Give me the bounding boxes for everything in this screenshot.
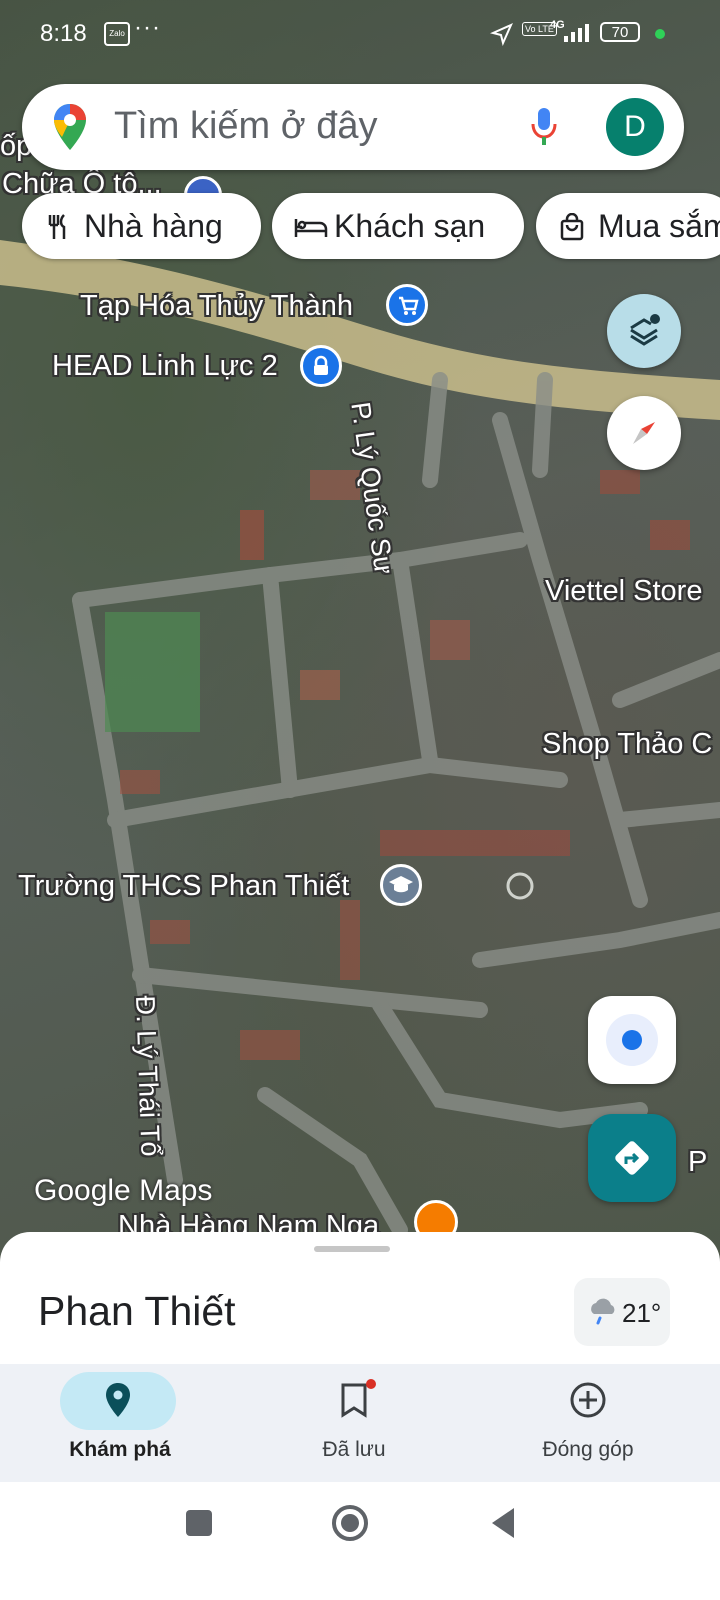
layers-button[interactable] — [607, 294, 681, 368]
add-circle-icon — [570, 1382, 606, 1418]
chip-restaurants[interactable]: Nhà hàng — [22, 193, 261, 259]
category-chips: Nhà hàng Khách sạn Mua sắm — [0, 193, 720, 259]
location-pin-icon — [106, 1383, 130, 1417]
avatar[interactable]: D — [606, 98, 664, 156]
signal-bars-icon — [564, 24, 589, 42]
chip-label: Nhà hàng — [84, 208, 223, 244]
map-label-head-linh-luc[interactable]: HEAD Linh Lực 2 — [52, 350, 278, 383]
home-icon[interactable] — [330, 1503, 370, 1543]
system-navigation-bar — [0, 1482, 720, 1600]
compass-button[interactable] — [607, 396, 681, 470]
tab-contribute-label: Đóng góp — [542, 1438, 634, 1461]
layers-icon — [630, 314, 660, 346]
location-title: Phan Thiết — [38, 1288, 236, 1334]
restaurant-icon — [48, 214, 66, 239]
lock-poi-icon[interactable] — [300, 345, 342, 387]
search-bar[interactable]: Tìm kiếm ở đây D — [22, 84, 684, 170]
map-label-tap-hoa[interactable]: Tạp Hóa Thủy Thành — [80, 290, 353, 323]
map-view[interactable]: ốp Chữa Ô tô... Tạp Hóa Thủy Thành HEAD … — [0, 0, 720, 1270]
map-label-truong-thcs[interactable]: Trường THCS Phan Thiết — [18, 870, 349, 903]
weather-chip[interactable]: 21° — [574, 1278, 670, 1346]
school-poi-icon[interactable] — [380, 864, 422, 906]
tab-explore-label: Khám phá — [69, 1438, 171, 1461]
bottom-sheet[interactable]: Phan Thiết 21° — [0, 1232, 720, 1372]
my-location-icon — [606, 1014, 658, 1066]
more-notifications-icon: ··· — [134, 14, 161, 41]
bottom-navigation: Khám phá Đã lưu Đóng góp — [0, 1364, 720, 1482]
chip-label: Mua sắm — [598, 208, 720, 244]
status-bar: 8:18 Zalo ··· Vo LTE 4G 70 — [0, 0, 720, 68]
network-type: 4G — [550, 19, 565, 31]
bookmark-icon — [341, 1383, 367, 1418]
shopping-bag-icon — [560, 213, 584, 241]
my-location-button[interactable] — [588, 996, 676, 1084]
chip-label: Khách sạn — [334, 208, 486, 244]
battery-icon: 70 — [600, 22, 640, 42]
location-arrow-icon — [490, 23, 513, 46]
directions-button[interactable] — [588, 1114, 676, 1202]
tab-contribute[interactable]: Đóng góp — [468, 1364, 708, 1482]
google-maps-watermark: Google Maps — [34, 1174, 213, 1207]
chip-shopping[interactable]: Mua sắm — [536, 193, 720, 259]
microphone-icon[interactable] — [530, 106, 558, 148]
shopping-cart-poi-icon[interactable] — [386, 284, 428, 326]
notification-dot — [366, 1379, 376, 1389]
tab-saved-label: Đã lưu — [322, 1438, 386, 1461]
chip-hotels[interactable]: Khách sạn — [272, 193, 524, 259]
hotel-icon — [294, 219, 328, 237]
map-label-shop-thao[interactable]: Shop Thảo C — [542, 728, 712, 761]
status-time: 8:18 — [40, 20, 87, 47]
rain-cloud-icon — [591, 1298, 615, 1325]
map-label-partial-p: P — [688, 1146, 708, 1178]
map-label-viettel[interactable]: Viettel Store — [545, 575, 702, 608]
compass-icon — [633, 422, 655, 444]
google-maps-logo-icon — [54, 104, 86, 150]
recent-apps-icon[interactable] — [184, 1508, 214, 1538]
search-input[interactable]: Tìm kiếm ở đây — [114, 105, 378, 148]
privacy-indicator-icon — [655, 29, 665, 39]
tab-explore[interactable]: Khám phá — [0, 1364, 240, 1482]
drag-handle[interactable] — [314, 1246, 390, 1252]
street-label-ly-thai-to: Đ. Lý Thái Tổ — [130, 995, 166, 1158]
tab-saved[interactable]: Đã lưu — [234, 1364, 474, 1482]
back-icon[interactable] — [488, 1506, 518, 1540]
zalo-notification-icon: Zalo — [104, 22, 130, 46]
directions-icon — [615, 1141, 649, 1175]
weather-temperature: 21° — [622, 1298, 662, 1328]
